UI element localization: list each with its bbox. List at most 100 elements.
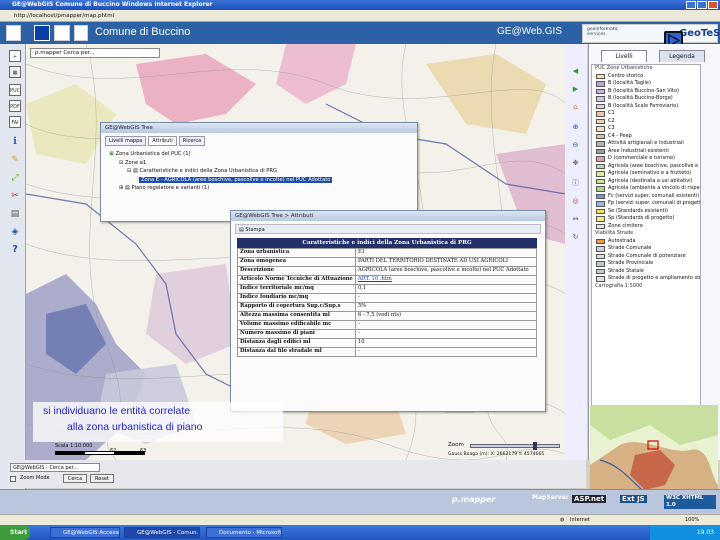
legend-item[interactable]: Fc (servizi super. comunali esistenti) — [592, 193, 700, 201]
legend-group[interactable]: Viabilità Strade — [592, 230, 700, 238]
badge-w3c[interactable]: W3C XHTML 1.0 — [664, 495, 716, 509]
measure-map-icon[interactable]: ↔ — [570, 214, 581, 225]
tree-tab-livelli[interactable]: Livelli mappa — [105, 136, 147, 146]
tab-livelli[interactable]: Livelli — [601, 50, 647, 62]
legend-item[interactable]: Strade Comunale di potenziare — [592, 253, 700, 261]
legend-item[interactable]: D (commerciale e turismo) — [592, 155, 700, 163]
legend-item[interactable]: Strade di progetto e ampliamento stradal… — [592, 275, 700, 283]
legend-item[interactable]: Agricola (ambiente a vincolo di rispetto… — [592, 185, 700, 193]
task-item-active[interactable]: GE@WebGIS - Comun... — [124, 527, 200, 538]
tool-pdf-icon[interactable]: PDF — [9, 100, 21, 112]
layers-icon[interactable]: ◈ — [9, 226, 21, 238]
legend-item[interactable]: B (località Buccino-San Vito) — [592, 88, 700, 96]
table-row: Distanza dagli edifici ml 10 — [237, 338, 537, 348]
help-icon[interactable]: ? — [9, 244, 21, 256]
legend-swatch — [596, 126, 605, 132]
tree-tab-attributi[interactable]: Attributi — [148, 136, 177, 146]
zoom-out-map-icon[interactable]: ⊖ — [570, 140, 581, 151]
badge-mapserver[interactable]: MapServer — [532, 494, 569, 501]
badge-aspnet[interactable]: ASP.net — [572, 495, 607, 503]
maximize-icon[interactable] — [697, 1, 707, 9]
tab-legenda[interactable]: Legenda — [659, 50, 705, 62]
tree-node-selected[interactable]: Zona E - AGRICOLA (aree boschive, pascol… — [109, 176, 409, 185]
zoom-label: Zoom — [448, 442, 464, 448]
pan-icon[interactable]: ✥ — [570, 158, 581, 169]
select-map-icon[interactable]: ◎ — [570, 196, 581, 207]
left-toolbar: + ▦ PUC PDF FAI ℹ ✎ ⤢ ✂ ▤ ◈ ? — [0, 44, 26, 489]
legend-item[interactable]: Sp (Standards di progetto) — [592, 215, 700, 223]
minimize-icon[interactable] — [686, 1, 696, 9]
legend-item[interactable]: B (località Scalo Ferroviario) — [592, 103, 700, 111]
legend-group[interactable]: Cartografia 1:5000 — [592, 283, 700, 291]
legend-item[interactable]: C3 — [592, 125, 700, 133]
task-item[interactable]: Documento - Microsoft... — [206, 527, 282, 538]
identify-icon[interactable]: ⓘ — [570, 178, 581, 189]
legend-item[interactable]: Centro storico — [592, 73, 700, 81]
print-button[interactable]: ▤ Stampa — [236, 227, 265, 233]
legend-item[interactable]: Strade Provinciale — [592, 260, 700, 268]
legend-label: Strade Comunale di potenziare — [608, 252, 686, 259]
zoom-slider[interactable] — [470, 442, 560, 450]
legend-item[interactable]: C1 — [592, 110, 700, 118]
cerca-button[interactable]: Cerca — [63, 474, 87, 483]
measure-icon[interactable]: ✂ — [9, 190, 21, 202]
nta-article-link[interactable]: ART. 10 .htm — [355, 275, 537, 285]
legend-item[interactable]: C4 - Peep — [592, 133, 700, 141]
legend-item[interactable]: Autostrada — [592, 238, 700, 246]
tree-node[interactable]: ⊟ Zone e1 — [109, 159, 409, 168]
address-url[interactable]: http://localhost/pmapper/map.phtml — [14, 13, 114, 19]
search-select[interactable]: GE@WebGIS - Cerca per... — [10, 463, 100, 472]
legend-item[interactable]: Attività artigianali e industriali — [592, 140, 700, 148]
badge-extjs[interactable]: Ext JS — [620, 495, 647, 503]
zoom-slider-handle[interactable] — [533, 442, 537, 450]
tool-puc-icon[interactable]: PUC — [9, 84, 21, 96]
legend-item[interactable]: Agricola (aree boschive, pascolive e inc… — [592, 163, 700, 171]
map-selector[interactable]: p.mapper Cerca per... — [30, 48, 160, 58]
start-button[interactable]: Start — [0, 525, 30, 540]
legend-item[interactable]: Strade Statale — [592, 268, 700, 276]
legend-item[interactable]: Agricola (destinata a usi abitativi) — [592, 178, 700, 186]
arrow-right-icon[interactable]: ▶ — [570, 84, 581, 95]
badge-pmapper[interactable]: p.mapper — [452, 495, 495, 504]
info-icon[interactable]: ℹ — [9, 136, 21, 148]
legend-item[interactable]: Fp (servizi super. comunali di progetto) — [592, 200, 700, 208]
tree-node[interactable]: ▣ Zona Urbanistica del PUC (1) — [109, 150, 409, 159]
tree-node[interactable]: ⊞ ▤ Piano regolatore e varianti (1) — [109, 184, 409, 193]
tree-tab-ricerca[interactable]: Ricerca — [178, 136, 206, 146]
attribute-value: 10 — [355, 338, 537, 348]
legend-item[interactable]: Aree Industriali esistenti — [592, 148, 700, 156]
map-selector-value: p.mapper Cerca per... — [35, 50, 95, 56]
print-icon[interactable]: ▤ — [9, 208, 21, 220]
home-icon[interactable]: ⌂ — [570, 102, 581, 113]
grid-icon[interactable]: ▦ — [9, 66, 21, 78]
attribute-key: Descrizione — [237, 266, 356, 276]
select-icon[interactable]: ⤢ — [9, 172, 21, 184]
reset-button[interactable]: Reset — [90, 474, 114, 483]
overview-map[interactable] — [590, 405, 718, 497]
legend-item[interactable]: Strade Comunale — [592, 245, 700, 253]
zoom-mode-checkbox[interactable] — [10, 476, 16, 482]
zoom-in-map-icon[interactable]: ⊕ — [570, 122, 581, 133]
legend-swatch — [596, 171, 605, 177]
legend-item[interactable]: B (località Taglie) — [592, 80, 700, 88]
refresh-icon[interactable]: ↻ — [570, 232, 581, 243]
legend-item[interactable]: Zone cimitero — [592, 223, 700, 231]
close-icon[interactable] — [708, 1, 718, 9]
address-bar[interactable]: http://localhost/pmapper/map.phtml — [0, 10, 720, 22]
arrow-left-icon[interactable]: ◀ — [570, 66, 581, 77]
legend-item[interactable]: Agricola (seminativo e a frutteto) — [592, 170, 700, 178]
scale-tick-mid: 62 — [110, 448, 117, 454]
tree-node[interactable]: ⊟ ▤ Caratteristiche e indici della Zona … — [109, 167, 409, 176]
zoom-in-icon[interactable]: + — [9, 50, 21, 62]
task-item[interactable]: GE@WebGIS Accessible... — [50, 527, 120, 538]
tool-fai-icon[interactable]: FAI — [9, 116, 21, 128]
legend-item[interactable]: B (località Buccino-Borgo) — [592, 95, 700, 103]
legend-item[interactable]: Se (Standards esistenti) — [592, 208, 700, 216]
tree-window-title[interactable]: GE@WebGIS Tree — [101, 123, 417, 133]
ruler-icon[interactable]: ✎ — [9, 154, 21, 166]
legend-item[interactable]: C2 — [592, 118, 700, 126]
attributes-window-title[interactable]: GE@WebGIS Tree > Attributi — [231, 211, 545, 221]
map-tool-column: ◀ ▶ ⌂ ⊕ ⊖ ✥ ⓘ ◎ ↔ ↻ — [565, 44, 587, 460]
legend-label: C2 — [608, 117, 615, 124]
legend-group[interactable]: PUC Zone Urbanistiche — [592, 65, 700, 73]
